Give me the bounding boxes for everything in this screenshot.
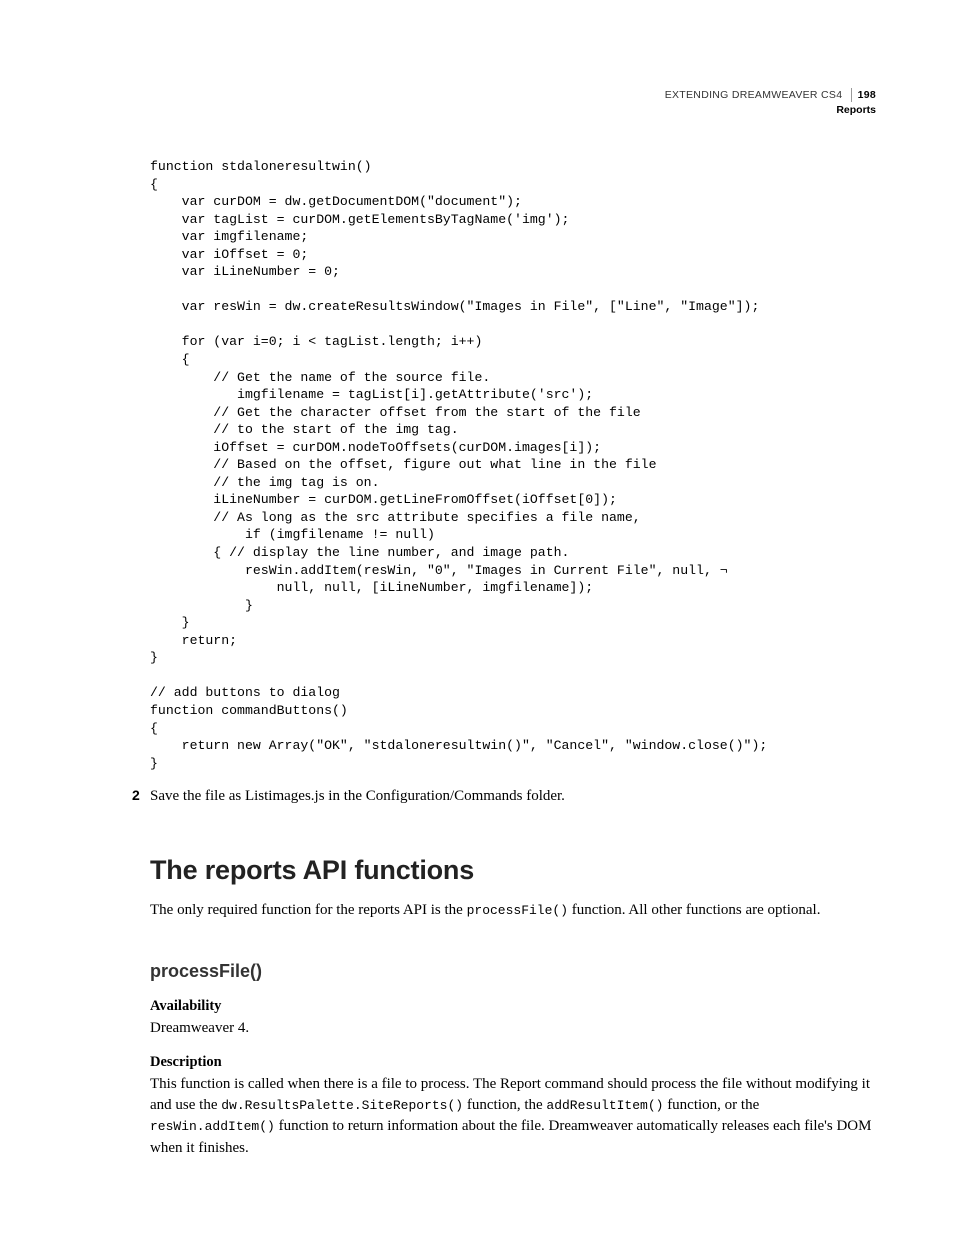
code-block: function stdaloneresultwin() { var curDO… — [150, 158, 876, 772]
description-label: Description — [150, 1054, 876, 1071]
code-inline: addResultItem() — [546, 1098, 663, 1113]
function-heading: processFile() — [150, 961, 876, 982]
page-header: EXTENDING DREAMWEAVER CS4 198 Reports — [665, 88, 876, 117]
availability-label: Availability — [150, 998, 876, 1015]
intro-paragraph: The only required function for the repor… — [150, 900, 876, 921]
book-title: EXTENDING DREAMWEAVER CS4 — [665, 89, 843, 101]
step-text: Save the file as Listimages.js in the Co… — [150, 788, 565, 804]
availability-text: Dreamweaver 4. — [150, 1018, 876, 1039]
page-number: 198 — [851, 88, 876, 102]
code-inline: dw.ResultsPalette.SiteReports() — [221, 1098, 463, 1113]
section-heading: The reports API functions — [150, 855, 876, 886]
step-number: 2 — [132, 786, 140, 806]
code-inline: resWin.addItem() — [150, 1119, 275, 1134]
chapter-name: Reports — [665, 103, 876, 117]
step-2: 2 Save the file as Listimages.js in the … — [150, 786, 876, 807]
code-inline: processFile() — [467, 903, 568, 918]
description-text: This function is called when there is a … — [150, 1074, 876, 1159]
